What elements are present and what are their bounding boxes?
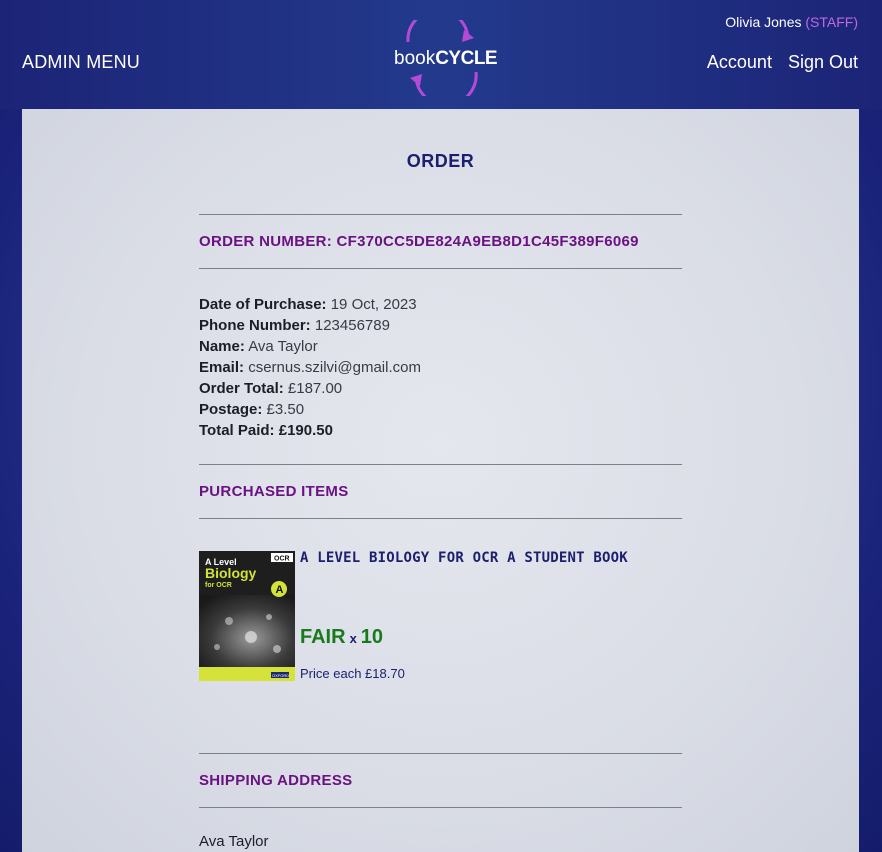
order-number-heading: ORDER NUMBER: CF370CC5DE824A9EB8D1C45F38…	[199, 233, 639, 250]
shipping-address-heading: SHIPPING ADDRESS	[199, 772, 353, 789]
cover-badge: A	[276, 584, 284, 596]
logo-wordmark: bookCYCLE	[394, 48, 498, 70]
detail-email: Email: csernus.szilvi@gmail.com	[199, 357, 421, 378]
item-condition-quantity: FAIR x 10	[300, 626, 383, 649]
cover-line2: Biology	[205, 565, 257, 581]
divider	[199, 268, 682, 269]
item-title[interactable]: A LEVEL BIOLOGY FOR OCR A STUDENT BOOK	[300, 550, 628, 566]
detail-postage: Postage: £3.50	[199, 399, 421, 420]
cover-line3: for OCR	[205, 582, 232, 589]
sign-out-link[interactable]: Sign Out	[788, 52, 858, 73]
purchased-items-heading: PURCHASED ITEMS	[199, 483, 349, 500]
detail-name: Name: Ava Taylor	[199, 336, 421, 357]
detail-value: £3.50	[266, 401, 305, 418]
logo-book-text: book	[394, 48, 436, 69]
detail-label: Total Paid:	[199, 422, 275, 439]
detail-label: Date of Purchase:	[199, 296, 327, 313]
detail-date-of-purchase: Date of Purchase: 19 Oct, 2023	[199, 294, 421, 315]
divider	[199, 807, 682, 808]
page-title: ORDER	[406, 151, 475, 171]
divider	[199, 214, 682, 215]
account-nav: Account Sign Out	[707, 52, 858, 73]
signed-in-user: Olivia Jones (STAFF)	[725, 14, 858, 30]
divider	[199, 518, 682, 519]
logo-cycle-text: CYCLE	[435, 48, 498, 69]
book-cover-image[interactable]: OXFORD OCR A Level Biology for OCR A	[199, 551, 295, 681]
user-role-badge: (STAFF)	[805, 14, 858, 30]
divider	[199, 753, 682, 754]
detail-phone-number: Phone Number: 123456789	[199, 315, 421, 336]
user-name: Olivia Jones	[725, 14, 802, 30]
detail-order-total: Order Total: £187.00	[199, 378, 421, 399]
item-condition: FAIR	[300, 626, 346, 648]
detail-value: £190.50	[278, 422, 333, 439]
detail-label: Name:	[199, 338, 245, 355]
detail-label: Phone Number:	[199, 317, 311, 334]
order-details: Date of Purchase: 19 Oct, 2023 Phone Num…	[199, 294, 421, 441]
detail-total-paid: Total Paid: £190.50	[199, 420, 421, 441]
cover-publisher-text: OCR	[274, 556, 290, 563]
bookcycle-logo[interactable]: bookCYCLE	[390, 20, 498, 96]
cover-oxford-text: OXFORD	[272, 673, 289, 678]
detail-value: £187.00	[287, 380, 343, 397]
quantity-multiplier: x	[349, 631, 357, 646]
order-panel: ORDER ORDER NUMBER: CF370CC5DE824A9EB8D1…	[22, 109, 859, 852]
detail-label: Email:	[199, 359, 245, 376]
admin-menu-link[interactable]: ADMIN MENU	[22, 52, 140, 73]
detail-value: csernus.szilvi@gmail.com	[248, 359, 421, 376]
shipping-name: Ava Taylor	[199, 833, 269, 850]
detail-label: Postage:	[199, 401, 263, 418]
item-quantity: 10	[360, 626, 384, 648]
item-price-each: Price each £18.70	[300, 666, 405, 681]
divider	[199, 464, 682, 465]
detail-label: Order Total:	[199, 380, 284, 397]
detail-value: 123456789	[314, 317, 390, 334]
top-navigation-bar: ADMIN MENU bookCYCLE Olivia Jones (STAFF…	[0, 0, 882, 109]
detail-value: Ava Taylor	[248, 338, 318, 355]
detail-value: 19 Oct, 2023	[330, 296, 417, 313]
account-link[interactable]: Account	[707, 52, 772, 73]
